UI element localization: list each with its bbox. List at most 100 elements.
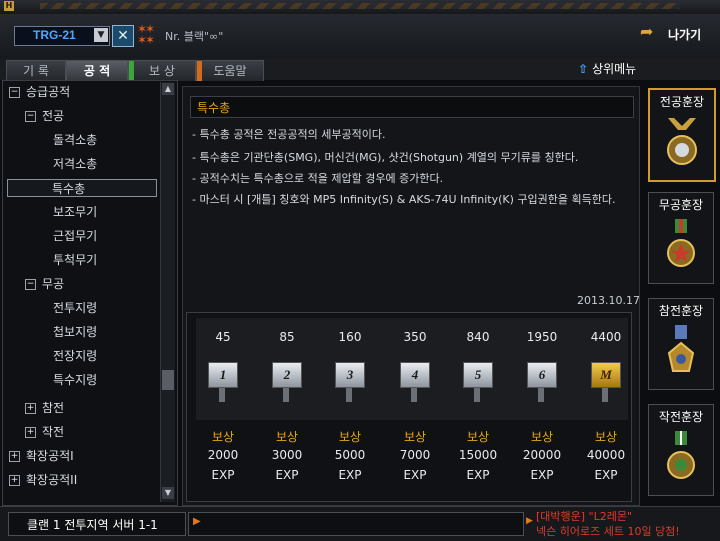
medal-combat-card[interactable]: 무공훈장 bbox=[648, 192, 714, 284]
tree-node-label: 전장지령 bbox=[53, 349, 98, 363]
reward-value: 5000 bbox=[334, 448, 366, 462]
threshold-value: 350 bbox=[403, 330, 427, 344]
collapse-icon[interactable]: − bbox=[9, 87, 20, 98]
tab-label: 보 상 bbox=[149, 64, 175, 78]
level-badge-icon: 1 bbox=[208, 362, 238, 388]
reward-unit: EXP bbox=[403, 468, 427, 482]
tree-node[interactable]: 첩보지령 bbox=[53, 323, 97, 341]
tree-node[interactable]: − 무공 bbox=[25, 275, 64, 293]
notice-line: [대박행운] "L2레몬" bbox=[536, 510, 633, 523]
collapse-icon[interactable]: − bbox=[25, 279, 36, 290]
expand-icon[interactable]: + bbox=[9, 475, 20, 486]
notice-line: 넥슨 히어로즈 세트 10일 당첨! bbox=[536, 525, 680, 538]
tab-reward[interactable]: 보 상 bbox=[128, 60, 196, 81]
reward-label: 보상 bbox=[275, 430, 299, 444]
exit-button[interactable]: ➦ 나가기 bbox=[638, 22, 710, 46]
reward-unit: EXP bbox=[275, 468, 299, 482]
tree-node-label: 승급공적 bbox=[26, 85, 71, 99]
expand-icon[interactable]: + bbox=[25, 403, 36, 414]
tree-node-label: 확장공적I bbox=[26, 449, 74, 463]
tab-record[interactable]: 기 록 bbox=[6, 60, 66, 81]
tree-node[interactable]: 투척무기 bbox=[53, 251, 97, 269]
scroll-down-icon[interactable]: ▼ bbox=[162, 487, 174, 499]
reward-unit: EXP bbox=[530, 468, 554, 482]
detail-title: 특수총 bbox=[197, 101, 231, 115]
tree-node[interactable]: − 전공 bbox=[25, 107, 64, 125]
tree-node-label: 전투지령 bbox=[53, 301, 98, 315]
chevron-down-icon[interactable]: ▼ bbox=[94, 28, 108, 42]
tree-node-label: 무공 bbox=[42, 277, 65, 291]
medal-icon bbox=[667, 118, 697, 165]
x-emblem-icon: ✕ bbox=[112, 25, 134, 47]
tree-node[interactable]: 특수지령 bbox=[53, 371, 97, 389]
scroll-thumb[interactable] bbox=[162, 370, 174, 390]
badge-stem bbox=[411, 388, 417, 402]
expand-icon[interactable]: + bbox=[25, 427, 36, 438]
detail-line: - 마스터 시 [개틀] 칭호와 MP5 Infinity(S) & AKS-7… bbox=[192, 193, 616, 206]
threshold-value: 45 bbox=[215, 330, 231, 344]
reward-value: 7000 bbox=[399, 448, 431, 462]
tree-node-label: 근접무기 bbox=[53, 229, 98, 243]
tree-node[interactable]: 돌격소총 bbox=[53, 131, 97, 149]
top-frame bbox=[0, 0, 720, 15]
rank-stars-icon: ✶✶ ✶✶ bbox=[137, 22, 155, 47]
reward-unit: EXP bbox=[594, 468, 618, 482]
tree-node[interactable]: 저격소총 bbox=[53, 155, 97, 173]
reward-unit: EXP bbox=[466, 468, 490, 482]
medal-icon bbox=[667, 325, 695, 372]
tree-node[interactable]: 근접무기 bbox=[53, 227, 97, 245]
tree-node[interactable]: + 확장공적II bbox=[9, 471, 77, 489]
threshold-value: 840 bbox=[466, 330, 490, 344]
level-badge-icon: 3 bbox=[335, 362, 365, 388]
tree-node[interactable]: + 작전 bbox=[25, 423, 64, 441]
clan-select[interactable]: TRG-21 ▼ bbox=[14, 26, 110, 46]
notice-arrow-icon: ▶ bbox=[526, 516, 533, 526]
medal-participation-card[interactable]: 참전훈장 bbox=[648, 298, 714, 390]
scroll-up-icon[interactable]: ▲ bbox=[162, 83, 174, 95]
chat-arrow-icon: ▶ bbox=[193, 516, 201, 527]
level-badge-icon: 5 bbox=[463, 362, 493, 388]
medal-achievement-card[interactable]: 전공훈장 bbox=[648, 88, 716, 182]
tree-node[interactable]: − 승급공적 bbox=[9, 83, 70, 101]
tree-node-label: 돌격소총 bbox=[53, 133, 98, 147]
tab-help[interactable]: 도움말 bbox=[196, 60, 264, 81]
level-badge-icon: 4 bbox=[400, 362, 430, 388]
badge-stem bbox=[219, 388, 225, 402]
tab-mark bbox=[129, 61, 134, 81]
reward-value: 2000 bbox=[207, 448, 239, 462]
tree-node[interactable]: + 참전 bbox=[25, 399, 64, 417]
tree-node-selected[interactable]: 특수총 bbox=[7, 179, 157, 197]
up-menu-button[interactable]: ⇧ 상위메뉴 bbox=[578, 60, 636, 78]
tab-label: 기 록 bbox=[23, 64, 49, 78]
tree-scrollbar[interactable]: ▲ ▼ bbox=[160, 82, 175, 502]
collapse-icon[interactable]: − bbox=[25, 111, 36, 122]
tree-node-label: 보조무기 bbox=[53, 205, 98, 219]
tree-node-label: 특수지령 bbox=[53, 373, 98, 387]
threshold-value: 4400 bbox=[590, 330, 622, 344]
threshold-value: 160 bbox=[338, 330, 362, 344]
tab-mark bbox=[197, 61, 202, 81]
reward-label: 보상 bbox=[211, 430, 235, 444]
medal-label: 전공훈장 bbox=[659, 95, 705, 109]
medal-operation-card[interactable]: 작전훈장 bbox=[648, 404, 714, 496]
tree-node-label: 확장공적II bbox=[26, 473, 78, 487]
badge-stem bbox=[538, 388, 544, 402]
up-menu-label: 상위메뉴 bbox=[592, 62, 637, 76]
medal-icon bbox=[667, 431, 695, 479]
level-badge-icon: 6 bbox=[527, 362, 557, 388]
tree-node[interactable]: 전투지령 bbox=[53, 299, 97, 317]
medal-label: 무공훈장 bbox=[658, 198, 704, 212]
tree-node[interactable]: 보조무기 bbox=[53, 203, 97, 221]
badge-stem bbox=[283, 388, 289, 402]
threshold-value: 1950 bbox=[526, 330, 558, 344]
chat-input[interactable]: ▶ bbox=[188, 512, 524, 536]
tab-achievement[interactable]: 공 적 bbox=[66, 60, 128, 81]
achievement-date: 2013.10.17 bbox=[577, 294, 640, 307]
tree-node-label: 작전 bbox=[42, 425, 65, 439]
reward-label: 보상 bbox=[530, 430, 554, 444]
reward-unit: EXP bbox=[338, 468, 362, 482]
tree-node[interactable]: + 확장공적I bbox=[9, 447, 74, 465]
detail-title-box: 특수총 bbox=[190, 96, 634, 118]
tree-node[interactable]: 전장지령 bbox=[53, 347, 97, 365]
expand-icon[interactable]: + bbox=[9, 451, 20, 462]
